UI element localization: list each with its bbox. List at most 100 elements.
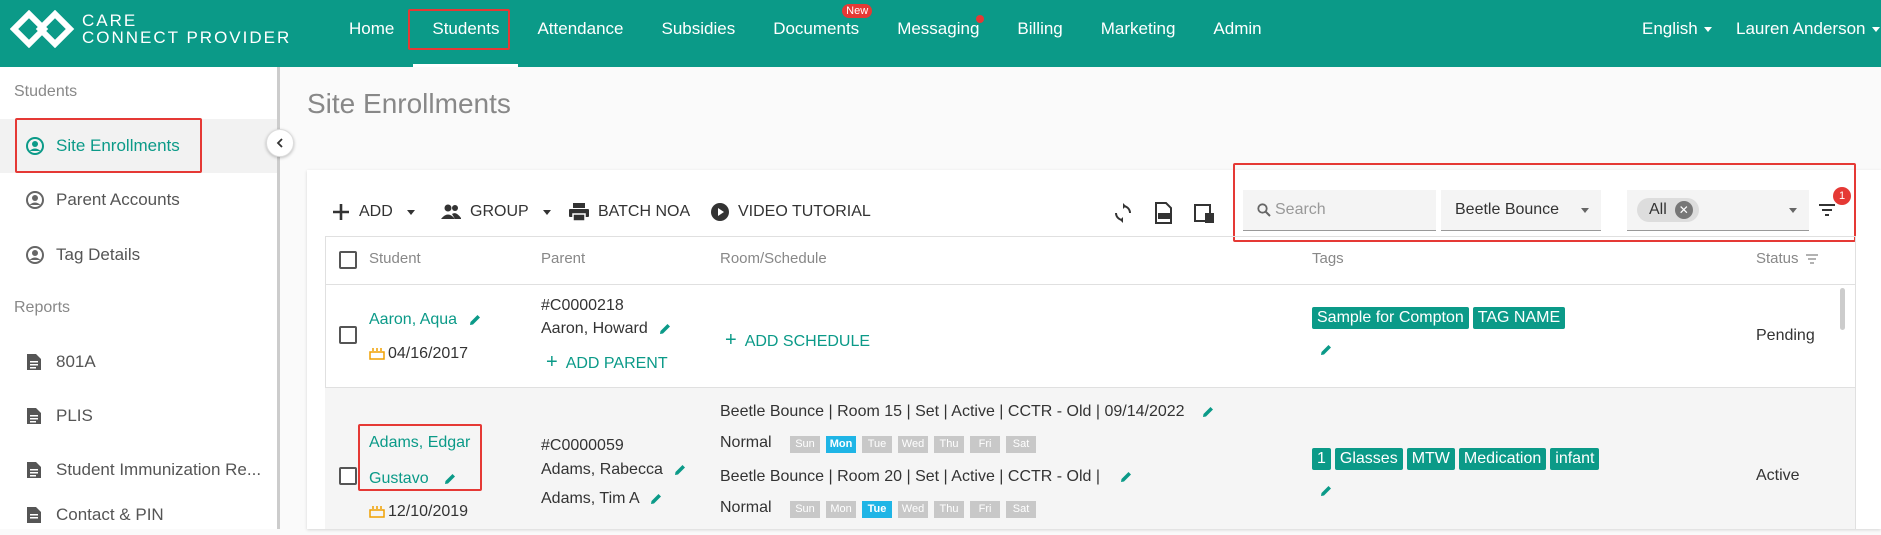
day-chip: Sat xyxy=(1006,501,1037,518)
plus-icon: + xyxy=(725,329,737,351)
column-header-status[interactable]: Status xyxy=(1756,250,1819,267)
tag-list: 1 Glasses MTW Medication infant xyxy=(1312,448,1603,470)
dob-value: 04/16/2017 xyxy=(388,345,469,362)
student-name-link[interactable]: Aaron, Aqua xyxy=(369,311,482,329)
schedule-days: Normal Sun Mon Tue Wed Thu Fri Sat xyxy=(720,499,1042,518)
print-icon xyxy=(569,203,589,222)
video-tutorial-button[interactable]: VIDEO TUTORIAL xyxy=(710,200,871,224)
day-chip: Mon xyxy=(826,436,857,453)
sidebar-item-801a[interactable]: 801A xyxy=(0,335,277,389)
parent-id: #C0000059 xyxy=(541,437,624,454)
column-header-student[interactable]: Student xyxy=(369,250,421,267)
sidebar-item-contact-pin[interactable]: Contact & PIN xyxy=(0,495,277,535)
sidebar-item-label: Parent Accounts xyxy=(56,190,180,209)
divider xyxy=(325,387,1855,388)
column-header-room[interactable]: Room/Schedule xyxy=(720,250,827,267)
student-dob: 04/16/2017 xyxy=(369,344,468,363)
tag-chip[interactable]: MTW xyxy=(1406,448,1455,470)
document-icon xyxy=(26,461,44,479)
sidebar-item-plis[interactable]: PLIS xyxy=(0,389,277,443)
notification-dot xyxy=(976,15,985,23)
batch-noa-label: BATCH NOA xyxy=(598,203,691,220)
edit-pencil-icon[interactable] xyxy=(649,492,663,506)
day-chip: Fri xyxy=(970,436,1001,453)
user-name: Lauren Anderson xyxy=(1736,19,1866,38)
day-chip: Sun xyxy=(790,436,821,453)
document-icon xyxy=(26,407,44,425)
nav-marketing[interactable]: Marketing xyxy=(1082,0,1195,57)
highlight-box xyxy=(15,118,202,173)
select-all-checkbox[interactable] xyxy=(339,251,357,269)
group-label: GROUP xyxy=(470,203,529,220)
schedule-text: Beetle Bounce | Room 20 | Set | Active |… xyxy=(720,468,1101,485)
scrollbar[interactable] xyxy=(1840,288,1845,330)
nav-home[interactable]: Home xyxy=(330,0,413,57)
nav-admin[interactable]: Admin xyxy=(1194,0,1280,57)
edit-pencil-icon[interactable] xyxy=(1201,405,1215,419)
tag-chip[interactable]: Medication xyxy=(1458,448,1547,470)
page-title: Site Enrollments xyxy=(307,88,511,119)
filter-icon[interactable] xyxy=(1805,253,1819,264)
highlight-box xyxy=(408,9,510,50)
language-menu[interactable]: English xyxy=(1642,0,1712,57)
app-logo[interactable]: CARE CONNECT PROVIDER xyxy=(9,9,292,49)
divider xyxy=(325,284,1855,285)
edit-pencil-icon[interactable] xyxy=(468,313,482,327)
nav-billing[interactable]: Billing xyxy=(998,0,1081,57)
chevron-down-icon xyxy=(1703,27,1712,33)
plus-icon: + xyxy=(546,351,558,373)
add-label: ADD xyxy=(359,203,393,220)
nav-messaging[interactable]: Messaging xyxy=(878,0,998,57)
highlight-box xyxy=(1233,163,1856,242)
group-button[interactable]: GROUP xyxy=(440,200,551,224)
schedule-line: Beetle Bounce | Room 15 | Set | Active |… xyxy=(720,403,1215,421)
logo-line2: CONNECT PROVIDER xyxy=(82,28,292,47)
chevron-down-icon xyxy=(406,209,415,215)
tag-chip[interactable]: TAG NAME xyxy=(1472,307,1566,329)
column-header-parent[interactable]: Parent xyxy=(541,250,585,267)
export-pdf-icon[interactable] xyxy=(1153,202,1175,224)
edit-pencil-icon[interactable] xyxy=(673,463,687,477)
parent-id: #C0000218 xyxy=(541,297,624,314)
tag-chip[interactable]: 1 xyxy=(1312,448,1331,470)
nav-attendance[interactable]: Attendance xyxy=(518,0,642,57)
row-checkbox[interactable] xyxy=(339,326,357,344)
language-label: English xyxy=(1642,19,1698,38)
student-dob: 12/10/2019 xyxy=(369,502,468,521)
nav-subsidies[interactable]: Subsidies xyxy=(642,0,754,57)
refresh-icon[interactable] xyxy=(1112,202,1134,224)
nav-documents[interactable]: Documents New xyxy=(754,0,878,57)
top-nav-bar: CARE CONNECT PROVIDER Home Students Atte… xyxy=(0,0,1881,67)
edit-pencil-icon[interactable] xyxy=(1319,484,1333,498)
sidebar-item-parent-accounts[interactable]: Parent Accounts xyxy=(0,173,277,227)
nav-documents-label: Documents xyxy=(773,19,860,38)
add-button[interactable]: ADD xyxy=(331,200,415,224)
sidebar-item-tag-details[interactable]: Tag Details xyxy=(0,228,277,282)
row-checkbox[interactable] xyxy=(339,467,357,485)
edit-pencil-icon[interactable] xyxy=(658,322,672,336)
column-header-tags[interactable]: Tags xyxy=(1312,250,1344,267)
tag-chip[interactable]: infant xyxy=(1550,448,1600,470)
document-icon xyxy=(26,353,44,371)
add-parent-button[interactable]: + ADD PARENT xyxy=(546,351,668,374)
column-settings-icon[interactable] xyxy=(1193,202,1215,224)
day-chip: Sun xyxy=(790,501,821,518)
parent-name-text: Adams, Tim A xyxy=(541,490,639,507)
tag-chip[interactable]: Sample for Compton xyxy=(1312,307,1469,329)
schedule-text: Beetle Bounce | Room 15 | Set | Active |… xyxy=(720,403,1185,420)
edit-pencil-icon[interactable] xyxy=(1119,470,1133,484)
sidebar-item-student-immunization[interactable]: Student Immunization Re... xyxy=(0,443,277,497)
user-menu[interactable]: Lauren Anderson xyxy=(1736,0,1880,57)
collapse-sidebar-button[interactable] xyxy=(266,129,294,157)
nav-messaging-label: Messaging xyxy=(897,19,980,38)
dob-value: 12/10/2019 xyxy=(388,503,469,520)
edit-pencil-icon[interactable] xyxy=(1319,343,1333,357)
add-schedule-label: ADD SCHEDULE xyxy=(744,333,871,350)
day-chip: Mon xyxy=(826,501,857,518)
status-text: Pending xyxy=(1756,327,1815,344)
add-schedule-button[interactable]: + ADD SCHEDULE xyxy=(725,329,870,352)
birthday-cake-icon xyxy=(369,506,385,518)
tag-chip[interactable]: Glasses xyxy=(1334,448,1403,470)
batch-noa-button[interactable]: BATCH NOA xyxy=(568,200,690,224)
group-icon xyxy=(441,204,461,219)
